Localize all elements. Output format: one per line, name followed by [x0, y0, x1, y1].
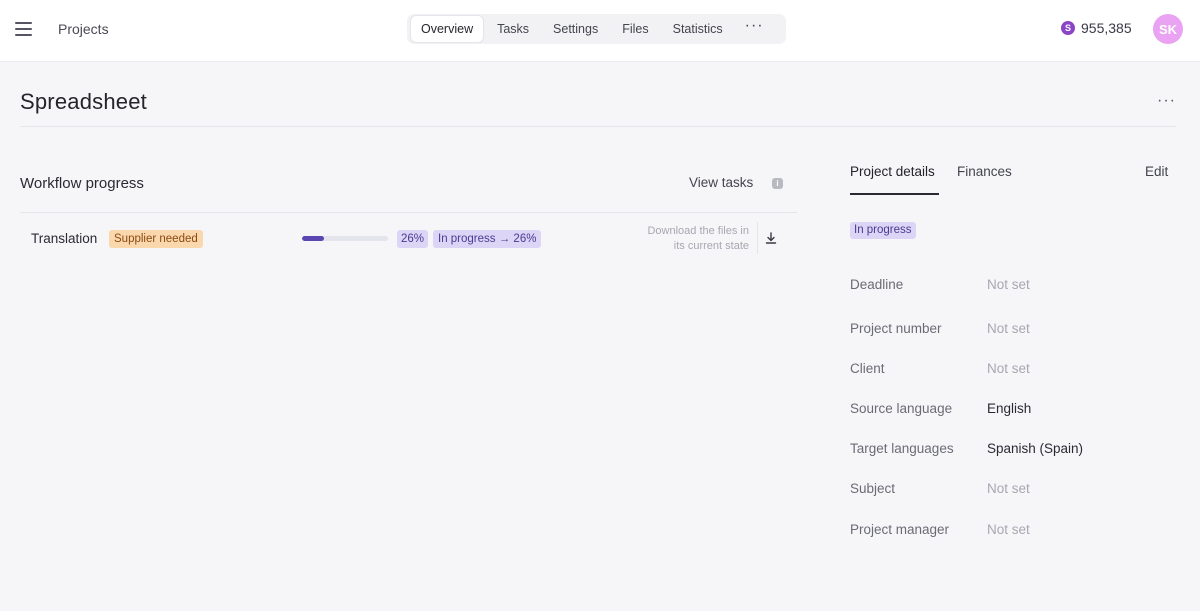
- workflow-title: Workflow progress: [20, 175, 144, 192]
- subject-value: Not set: [987, 481, 1030, 496]
- page-more-icon[interactable]: ···: [1157, 92, 1176, 110]
- source-language-value: English: [987, 401, 1032, 416]
- tab-files[interactable]: Files: [612, 16, 658, 42]
- menu-icon[interactable]: [15, 22, 32, 36]
- progress-bar-fill: [302, 236, 325, 241]
- deadline-value: Not set: [987, 277, 1030, 292]
- source-language-label: Source language: [850, 401, 953, 416]
- download-divider: [757, 222, 758, 254]
- download-hint: Download the files in its current state: [610, 224, 749, 254]
- coin-icon: S: [1061, 21, 1075, 35]
- download-icon[interactable]: [764, 231, 778, 245]
- page-title: Spreadsheet: [20, 89, 147, 114]
- title-divider: [20, 126, 1176, 127]
- subject-label: Subject: [850, 481, 896, 496]
- tabs-more-icon[interactable]: ···: [737, 18, 772, 34]
- tab-finances[interactable]: Finances: [957, 164, 1012, 179]
- client-label: Client: [850, 361, 885, 376]
- deadline-label: Deadline: [850, 277, 904, 292]
- workflow-step-label: Translation: [31, 231, 98, 246]
- tab-statistics[interactable]: Statistics: [663, 16, 733, 42]
- project-number-value: Not set: [987, 321, 1030, 336]
- avatar[interactable]: SK: [1153, 14, 1183, 44]
- tab-tasks[interactable]: Tasks: [487, 16, 539, 42]
- top-bar: Projects Overview Tasks Settings Files S…: [0, 0, 1200, 62]
- progress-percent-badge: 26%: [397, 230, 429, 248]
- balance: S 955,385: [1061, 20, 1132, 36]
- view-tasks-link[interactable]: View tasks: [689, 175, 753, 190]
- balance-value: 955,385: [1081, 20, 1132, 36]
- workflow-divider: [20, 212, 797, 213]
- project-status-badge: In progress: [850, 222, 916, 239]
- tab-overview[interactable]: Overview: [411, 16, 484, 42]
- active-tab-underline: [850, 193, 939, 195]
- download-hint-line-1: Download the files in: [647, 225, 749, 237]
- project-manager-label: Project manager: [850, 522, 950, 537]
- tab-project-details[interactable]: Project details: [850, 164, 935, 179]
- tab-settings[interactable]: Settings: [543, 16, 608, 42]
- project-manager-value: Not set: [987, 522, 1030, 537]
- supplier-needed-badge[interactable]: Supplier needed: [109, 230, 203, 248]
- projects-link[interactable]: Projects: [58, 21, 109, 37]
- progress-bar: [302, 236, 388, 241]
- target-languages-value: Spanish (Spain): [987, 441, 1084, 456]
- target-languages-label: Target languages: [850, 441, 954, 456]
- download-hint-line-2: its current state: [673, 240, 749, 252]
- project-number-label: Project number: [850, 321, 942, 336]
- info-icon[interactable]: i: [772, 178, 783, 189]
- status-badge: In progress → 26%: [433, 230, 542, 248]
- client-value: Not set: [987, 361, 1030, 376]
- edit-button[interactable]: Edit: [1145, 164, 1168, 179]
- project-tabs: Overview Tasks Settings Files Statistics…: [407, 14, 786, 44]
